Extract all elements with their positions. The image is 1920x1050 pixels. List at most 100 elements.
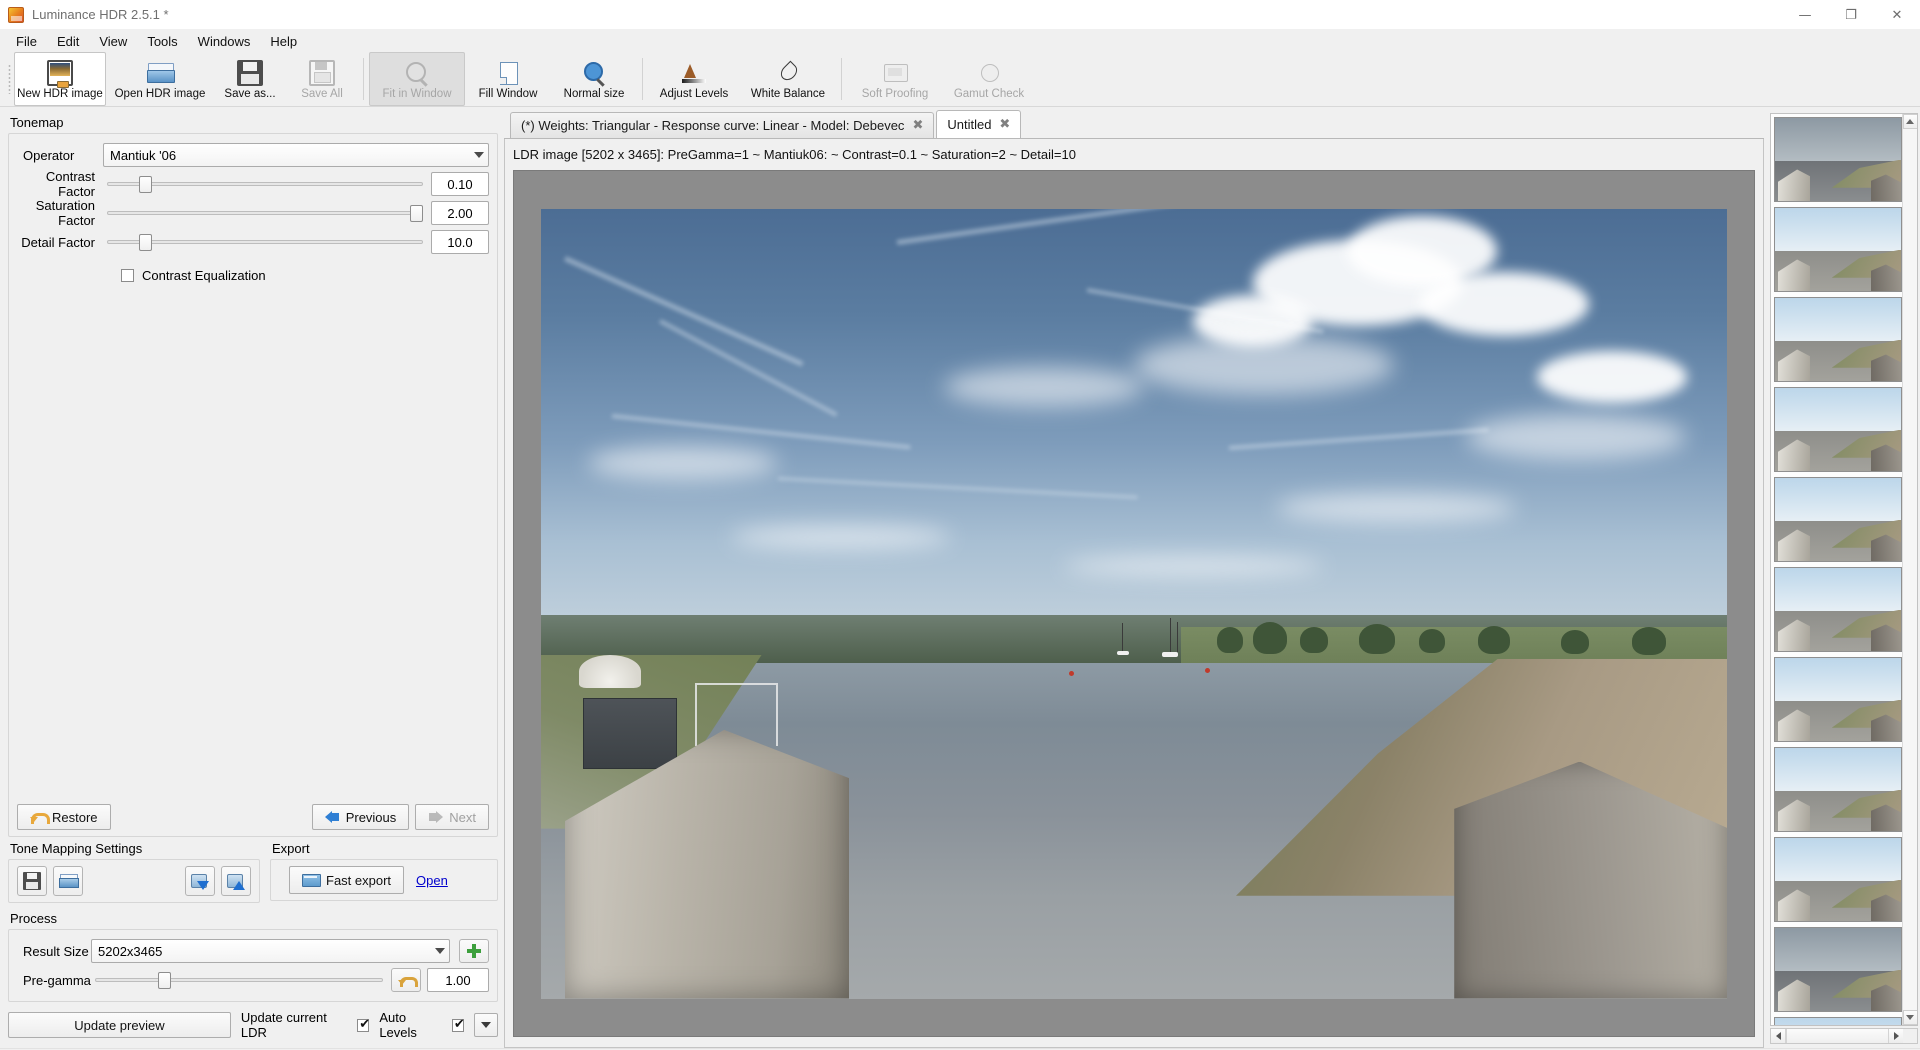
contrast-factor-spinbox[interactable]: 0.10 xyxy=(431,172,489,196)
contrast-equalization-row[interactable]: Contrast Equalization xyxy=(121,268,489,283)
fast-export-button[interactable]: Fast export xyxy=(289,866,405,894)
list-item[interactable] xyxy=(1774,747,1902,832)
minimize-button[interactable]: — xyxy=(1782,0,1828,30)
saturation-factor-row: Saturation Factor 2.00 xyxy=(17,198,489,228)
list-item[interactable] xyxy=(1774,387,1902,472)
soft-proofing-label: Soft Proofing xyxy=(861,88,929,100)
fast-export-label: Fast export xyxy=(326,872,392,888)
slider-handle[interactable] xyxy=(138,234,152,251)
thumbnail-horizontal-scrollbar[interactable] xyxy=(1770,1028,1918,1044)
previous-button[interactable]: Previous xyxy=(311,804,410,830)
detail-factor-label: Detail Factor xyxy=(21,234,95,250)
scroll-up-button[interactable] xyxy=(1902,114,1917,129)
menu-bar: File Edit View Tools Windows Help xyxy=(0,30,1920,52)
toolbar-drag-handle[interactable] xyxy=(4,52,14,106)
menu-windows[interactable]: Windows xyxy=(188,32,261,51)
tab-untitled[interactable]: Untitled ✖ xyxy=(936,110,1022,138)
pregamma-slider[interactable] xyxy=(95,968,383,992)
scrollbar-track[interactable] xyxy=(1902,129,1917,1010)
slider-groove xyxy=(107,211,423,215)
menu-edit[interactable]: Edit xyxy=(47,32,89,51)
list-item[interactable] xyxy=(1774,477,1902,562)
operator-select[interactable]: Mantiuk '06 xyxy=(103,143,489,167)
list-item[interactable] xyxy=(1774,207,1902,292)
tone-mapping-settings-title: Tone Mapping Settings xyxy=(10,841,143,856)
add-size-button[interactable] xyxy=(459,939,489,963)
tab-hdr-weights[interactable]: (*) Weights: Triangular - Response curve… xyxy=(510,112,935,138)
slider-handle[interactable] xyxy=(138,176,152,193)
update-current-ldr-checkbox[interactable] xyxy=(357,1017,370,1032)
slider-handle[interactable] xyxy=(158,972,172,989)
open-hdr-image-label: Open HDR image xyxy=(114,88,206,100)
process-options-button[interactable] xyxy=(473,1013,499,1037)
scroll-right-button[interactable] xyxy=(1888,1029,1903,1043)
open-hdr-image-button[interactable]: Open HDR image xyxy=(106,52,214,106)
close-button[interactable]: ✕ xyxy=(1874,0,1920,30)
close-icon[interactable]: ✖ xyxy=(999,117,1010,132)
normal-size-button[interactable]: Normal size xyxy=(551,52,637,106)
tonemap-group-title: Tonemap xyxy=(10,115,64,130)
result-size-select[interactable]: 5202x3465 xyxy=(91,939,450,963)
update-preview-button[interactable]: Update preview xyxy=(8,1012,231,1038)
detail-factor-slider[interactable] xyxy=(107,230,423,254)
maximize-button[interactable]: ❐ xyxy=(1828,0,1874,30)
open-hdr-image-icon xyxy=(147,60,175,86)
tab-bar: (*) Weights: Triangular - Response curve… xyxy=(504,110,1764,139)
list-item[interactable] xyxy=(1774,297,1902,382)
auto-levels-checkbox[interactable] xyxy=(451,1017,465,1032)
saturation-factor-slider[interactable] xyxy=(107,201,424,225)
fill-window-button[interactable]: Fill Window xyxy=(465,52,551,106)
contrast-factor-slider[interactable] xyxy=(107,172,423,196)
process-group: Result Size 5202x3465 Pre-gamma 1.00 xyxy=(8,929,498,1002)
menu-file[interactable]: File xyxy=(6,32,47,51)
list-item[interactable] xyxy=(1774,657,1902,742)
open-export-link[interactable]: Open xyxy=(416,873,448,888)
save-as-button[interactable]: Save as... xyxy=(214,52,286,106)
save-settings-icon xyxy=(23,872,41,890)
scrollbar-thumb[interactable] xyxy=(1786,1029,1888,1043)
save-settings-button[interactable] xyxy=(17,866,47,896)
soft-proofing-icon xyxy=(882,60,908,86)
thumbnail-panel xyxy=(1768,107,1920,1048)
list-item[interactable] xyxy=(1774,567,1902,652)
operator-value: Mantiuk '06 xyxy=(110,147,177,163)
scroll-left-icon xyxy=(1775,1032,1781,1040)
menu-tools[interactable]: Tools xyxy=(137,32,187,51)
white-balance-button[interactable]: White Balance xyxy=(740,52,836,106)
adjust-levels-button[interactable]: Adjust Levels xyxy=(648,52,740,106)
reset-pregamma-icon xyxy=(398,973,418,987)
contrast-equalization-checkbox[interactable] xyxy=(121,269,134,282)
process-group-title: Process xyxy=(10,911,57,926)
new-hdr-image-button[interactable]: New HDR image xyxy=(14,52,106,106)
list-item[interactable] xyxy=(1774,1017,1902,1025)
thumbnail-vertical-scrollbar[interactable] xyxy=(1902,114,1917,1025)
slider-handle[interactable] xyxy=(410,205,424,222)
restore-button[interactable]: Restore xyxy=(17,804,111,830)
list-item[interactable] xyxy=(1774,837,1902,922)
import-settings-button[interactable] xyxy=(185,866,215,896)
tonemapped-image[interactable] xyxy=(541,208,1727,999)
process-actions: Update preview Update current LDR Auto L… xyxy=(8,1010,499,1040)
dark-panel-structure xyxy=(582,698,678,770)
fit-in-window-button[interactable]: Fit in Window xyxy=(369,52,465,106)
reset-pregamma-button[interactable] xyxy=(391,968,421,992)
pregamma-spinbox[interactable]: 1.00 xyxy=(427,968,489,992)
detail-factor-spinbox[interactable]: 10.0 xyxy=(431,230,489,254)
thumbnail-scroll-area[interactable] xyxy=(1770,113,1918,1026)
result-size-label: Result Size xyxy=(23,943,89,959)
scroll-down-button[interactable] xyxy=(1902,1010,1917,1025)
menu-view[interactable]: View xyxy=(89,32,137,51)
export-settings-button[interactable] xyxy=(221,866,251,896)
tab-label: (*) Weights: Triangular - Response curve… xyxy=(521,118,905,133)
chevron-down-icon xyxy=(480,1022,491,1028)
scroll-left-button[interactable] xyxy=(1771,1029,1786,1043)
menu-help[interactable]: Help xyxy=(260,32,307,51)
load-settings-button[interactable] xyxy=(53,866,83,896)
scroll-up-icon xyxy=(1906,119,1914,124)
image-canvas[interactable] xyxy=(513,170,1755,1037)
list-item[interactable] xyxy=(1774,117,1902,202)
saturation-factor-spinbox[interactable]: 2.00 xyxy=(431,201,489,225)
list-item[interactable] xyxy=(1774,927,1902,1012)
operator-label: Operator xyxy=(23,147,75,163)
close-icon[interactable]: ✖ xyxy=(912,118,923,133)
